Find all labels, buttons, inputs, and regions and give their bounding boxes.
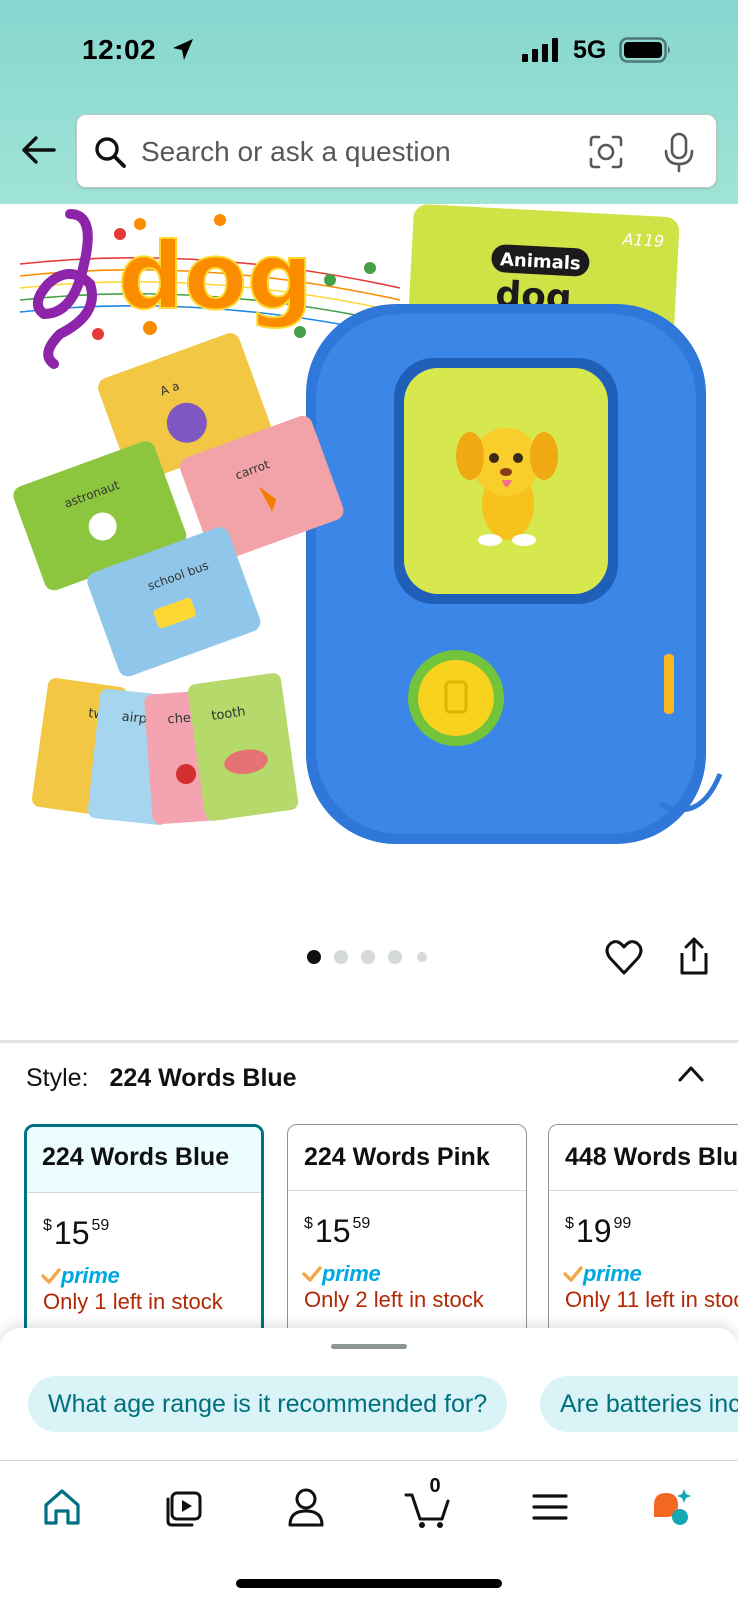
stock-status: Only 11 left in stock [565, 1287, 738, 1312]
product-illustration: dog A119 Animals dog A a carrot astronau… [13, 204, 723, 844]
rufus-icon[interactable] [648, 1483, 696, 1531]
chevron-up-icon[interactable] [676, 1062, 706, 1086]
card-badge: Animals [500, 249, 582, 274]
prime-check-icon [302, 1266, 322, 1282]
cart-count-badge: 0 [429, 1475, 441, 1497]
prime-check-icon [563, 1266, 583, 1282]
bottom-nav: 0 [0, 1460, 738, 1600]
style-option-price: $19 99 [565, 1213, 632, 1249]
carousel-dot[interactable] [334, 950, 348, 964]
search-icon [95, 137, 126, 168]
prime-badge: prime [563, 1259, 642, 1289]
account-icon[interactable] [282, 1483, 330, 1531]
style-option-name: 448 Words Blue [549, 1125, 738, 1191]
stock-status: Only 1 left in stock [43, 1289, 223, 1314]
section-divider [0, 1040, 738, 1043]
battery-icon [619, 37, 670, 63]
sheet-handle[interactable] [331, 1344, 407, 1349]
carousel-dot[interactable] [388, 950, 402, 964]
camera-lens-icon[interactable] [587, 133, 625, 171]
product-image[interactable]: dog A119 Animals dog A a carrot astronau… [0, 204, 738, 904]
carousel-dot[interactable] [361, 950, 375, 964]
location-arrow-icon [173, 39, 193, 60]
style-option-card[interactable]: 224 Words Blue $15 59 prime Only 1 left i… [24, 1124, 264, 1354]
question-chip[interactable]: What age range is it recommended for? [28, 1376, 508, 1432]
home-icon[interactable] [38, 1483, 86, 1531]
prime-check-icon [41, 1268, 61, 1284]
microphone-icon[interactable] [663, 131, 695, 173]
style-selector-header[interactable]: Style: 224 Words Blue [26, 1064, 297, 1093]
stock-status: Only 2 left in stock [304, 1287, 484, 1312]
cellular-signal-icon [522, 38, 558, 62]
search-bar[interactable] [76, 114, 717, 188]
status-time: 12:02 [82, 34, 157, 65]
home-indicator [236, 1579, 502, 1588]
question-chip[interactable]: Are batteries included? [540, 1376, 738, 1432]
search-input[interactable] [141, 127, 581, 177]
card-code: A119 [621, 230, 664, 251]
style-label: Style: [26, 1064, 89, 1092]
style-option-name: 224 Words Blue [27, 1127, 261, 1193]
style-option-price: $15 59 [304, 1213, 371, 1249]
carousel-dot[interactable] [417, 952, 427, 962]
mini-card-text: che [167, 711, 191, 728]
menu-icon[interactable] [526, 1483, 574, 1531]
heart-icon[interactable] [604, 938, 644, 978]
prime-badge: prime [302, 1259, 381, 1289]
back-arrow-icon[interactable] [18, 130, 58, 170]
style-selected-value: 224 Words Blue [109, 1064, 297, 1092]
questions-sheet: What age range is it recommended for? Ar… [0, 1328, 738, 1460]
style-option-price: $15 59 [43, 1215, 110, 1251]
carousel-dot[interactable] [307, 950, 321, 964]
share-icon[interactable] [678, 936, 710, 976]
style-option-card[interactable]: 448 Words Blue $19 99 prime Only 11 left … [548, 1124, 738, 1354]
header: 12:02 5G [0, 0, 738, 204]
prime-badge: prime [41, 1261, 120, 1291]
network-label: 5G [573, 36, 607, 64]
video-icon[interactable] [160, 1483, 208, 1531]
big-word: dog [118, 223, 313, 330]
style-option-card[interactable]: 224 Words Pink $15 59 prime Only 2 left i… [287, 1124, 527, 1354]
style-option-name: 224 Words Pink [288, 1125, 526, 1191]
